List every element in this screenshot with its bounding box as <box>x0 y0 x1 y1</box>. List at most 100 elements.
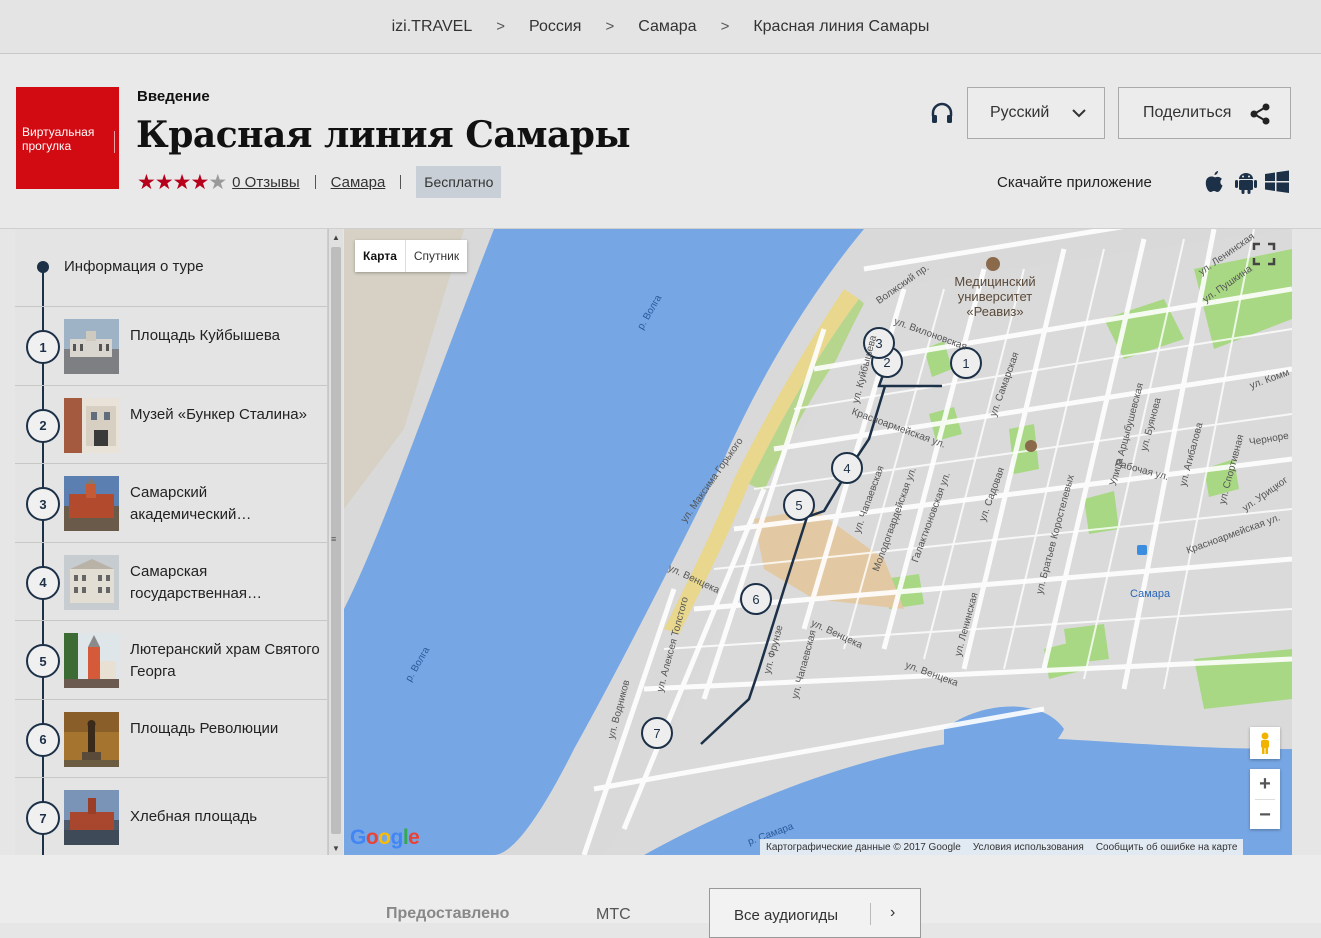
breadcrumb-separator: > <box>720 18 730 35</box>
breadcrumb-item-home[interactable]: izi.TRAVEL <box>390 18 475 36</box>
stop-item[interactable]: 6 Площадь Революции <box>15 700 327 778</box>
star-icon: ★ <box>190 170 209 194</box>
tour-header: Виртуальная прогулка Введение Красная ли… <box>0 54 1321 229</box>
stop-number: 4 <box>26 565 60 600</box>
stop-item[interactable]: 2 Музей «Бункер Сталина» <box>15 386 327 464</box>
station-label: Самара <box>1130 588 1171 600</box>
share-button[interactable]: Поделиться <box>1118 87 1291 139</box>
apple-icon[interactable] <box>1201 169 1227 195</box>
stop-item[interactable]: 3 Самарский академический… <box>15 464 327 543</box>
footer: Предоставлено МТС Все аудиогиды › <box>0 855 1321 938</box>
all-audioguides-button[interactable]: Все аудиогиды › <box>709 888 921 938</box>
zoom-controls: + − <box>1250 769 1280 829</box>
provided-by-label: Предоставлено <box>386 905 510 922</box>
street-view-pegman-icon[interactable] <box>1250 727 1280 759</box>
stops-list: Информация о туре 1 Площадь Куйбышева 2 … <box>15 229 328 855</box>
city-link[interactable]: Самара <box>331 174 386 191</box>
stop-number: 7 <box>26 801 60 835</box>
share-icon <box>1250 103 1270 125</box>
breadcrumb-separator: > <box>496 18 505 35</box>
breadcrumb-item-city[interactable]: Самара <box>636 18 698 36</box>
windows-icon[interactable] <box>1264 169 1290 195</box>
map-marker[interactable]: 6 <box>740 583 772 615</box>
rating-stars: ★ ★ ★ ★ ★ <box>137 170 227 195</box>
timeline-dot <box>37 261 49 273</box>
stop-item[interactable]: 7 Хлебная площадь <box>15 778 327 855</box>
star-icon: ★ <box>172 170 192 194</box>
stop-title: Площадь Революции <box>130 719 279 737</box>
android-icon[interactable] <box>1233 169 1259 195</box>
stop-thumbnail <box>64 397 119 453</box>
tour-meta: ★ ★ ★ ★ ★ 0 Отзывы Самара Бесплатно <box>137 166 502 198</box>
attribution-text: Картографические данные © 2017 Google <box>766 841 961 853</box>
map-marker[interactable]: 4 <box>831 452 863 484</box>
tab-satellite[interactable]: Спутник <box>406 240 467 272</box>
tour-map[interactable]: 1 2 3 4 5 6 7 Медицинский университет «Р… <box>344 229 1292 855</box>
stop-title: Лютеранский храм Святого Георга <box>130 641 320 680</box>
button-divider <box>870 903 871 925</box>
zoom-in-button[interactable]: + <box>1250 769 1280 799</box>
headphones-icon <box>931 102 953 123</box>
sidebar-scrollbar[interactable]: ▲ ≡ ▼ <box>328 229 343 855</box>
report-error-link[interactable]: Сообщить об ошибке на карте <box>1096 842 1238 853</box>
fullscreen-icon[interactable] <box>1251 241 1277 267</box>
star-empty-icon: ★ <box>208 170 227 194</box>
star-icon: ★ <box>137 170 156 194</box>
stop-number: 1 <box>26 330 60 364</box>
stop-title: Площадь Куйбышева <box>130 327 280 344</box>
stop-number: 6 <box>26 722 60 757</box>
star-icon: ★ <box>154 170 174 194</box>
stop-title: Самарская государственная… <box>130 562 262 602</box>
logo-text: Виртуальная прогулка <box>22 125 95 153</box>
tour-info-label: Информация о туре <box>64 258 204 275</box>
stop-thumbnail <box>64 319 119 374</box>
logo-divider <box>114 131 115 153</box>
stop-thumbnail <box>64 633 119 688</box>
meta-separator <box>314 175 316 189</box>
stop-item[interactable]: 4 Самарская государственная… <box>15 543 327 621</box>
scroll-up-arrow-icon[interactable]: ▲ <box>332 233 340 242</box>
reviews-link[interactable]: 0 Отзывы <box>232 174 299 191</box>
stop-thumbnail <box>64 554 119 610</box>
tour-info-item[interactable]: Информация о туре <box>15 229 327 307</box>
tab-map[interactable]: Карта <box>355 240 406 272</box>
tour-kicker: Введение <box>137 88 210 105</box>
meta-separator <box>400 175 402 189</box>
stop-item[interactable]: 5 Лютеранский храм Святого Георга <box>15 621 327 700</box>
provider-name[interactable]: МТС <box>596 906 631 924</box>
share-label: Поделиться <box>1143 104 1232 121</box>
map-marker[interactable]: 7 <box>641 717 673 749</box>
map-attribution: Картографические данные © 2017 Google Ус… <box>760 839 1244 855</box>
poi-label: Медицинский университет «Реавиз» <box>954 274 1036 319</box>
stop-title: Самарский академический… <box>130 484 252 523</box>
stop-number: 5 <box>26 644 60 678</box>
stop-title: Музей «Бункер Сталина» <box>130 405 307 423</box>
breadcrumb-item-country[interactable]: Россия <box>527 18 583 36</box>
stop-thumbnail <box>64 711 119 767</box>
all-audioguides-label: Все аудиогиды <box>734 907 839 924</box>
language-select[interactable]: Русский <box>967 87 1105 139</box>
map-marker[interactable]: 1 <box>950 347 982 379</box>
stop-number: 3 <box>26 487 60 521</box>
language-value: Русский <box>990 104 1050 121</box>
breadcrumb-separator: > <box>605 18 615 35</box>
download-app-label: Скачайте приложение <box>997 174 1152 191</box>
chevron-right-icon: › <box>890 904 896 921</box>
stop-title: Хлебная площадь <box>130 808 258 825</box>
map-canvas <box>344 229 1292 855</box>
terms-link[interactable]: Условия использования <box>973 842 1084 853</box>
chevron-down-icon <box>1072 109 1086 118</box>
price-badge: Бесплатно <box>416 166 502 198</box>
virtual-walk-logo: Виртуальная прогулка <box>16 87 119 189</box>
zoom-out-button[interactable]: − <box>1250 800 1280 830</box>
stop-number: 2 <box>26 408 60 443</box>
breadcrumb: izi.TRAVEL > Россия > Самара > Красная л… <box>0 0 1321 54</box>
breadcrumb-item-current: Красная линия Самары <box>753 17 930 35</box>
stop-item[interactable]: 1 Площадь Куйбышева <box>15 307 327 386</box>
stop-thumbnail <box>64 790 119 845</box>
map-marker[interactable]: 5 <box>783 489 815 521</box>
page-title: Красная линия Самары <box>136 114 631 156</box>
scroll-grip-icon: ≡ <box>331 534 337 544</box>
map-type-tabs: Карта Спутник <box>355 240 468 272</box>
scroll-down-arrow-icon[interactable]: ▼ <box>332 844 340 853</box>
